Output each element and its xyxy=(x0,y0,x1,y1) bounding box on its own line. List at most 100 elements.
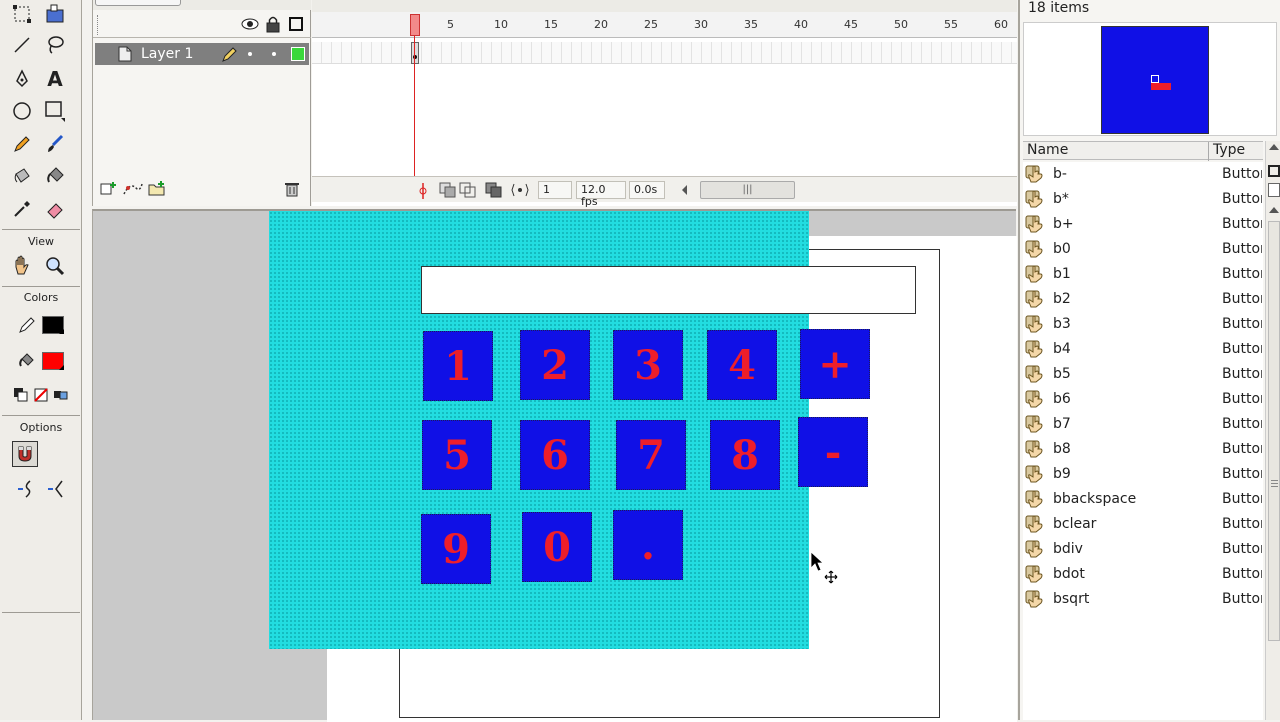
playhead[interactable] xyxy=(410,12,420,182)
calc-button-0[interactable]: 0 xyxy=(522,512,592,582)
layer-row[interactable]: Layer 1 xyxy=(95,43,309,65)
onion-skin-icon[interactable] xyxy=(439,182,459,201)
library-item[interactable]: b8 Button xyxy=(1023,437,1263,462)
calc-button-dot[interactable]: . xyxy=(613,510,683,580)
center-frame-icon[interactable] xyxy=(416,183,430,202)
library-item-name: bdot xyxy=(1053,566,1085,582)
lock-dot[interactable] xyxy=(272,52,276,56)
straighten-icon[interactable] xyxy=(44,476,70,502)
paint-bucket-tool-icon[interactable] xyxy=(42,163,68,189)
layer-list: Layer 1 xyxy=(93,0,311,206)
timeline-panel: Layer 1 1 5 10 xyxy=(92,0,1108,208)
add-motion-guide-icon[interactable] xyxy=(122,180,144,202)
library-item[interactable]: b4 Button xyxy=(1023,337,1263,362)
calc-button-6[interactable]: 6 xyxy=(520,420,590,490)
outline-icon[interactable] xyxy=(289,17,303,31)
onion-skin-outlines-icon[interactable] xyxy=(459,182,479,201)
calc-button-minus[interactable]: - xyxy=(798,417,868,487)
library-scrollbar[interactable] xyxy=(1265,141,1280,720)
library-item[interactable]: b* Button xyxy=(1023,187,1263,212)
library-item[interactable]: b0 Button xyxy=(1023,237,1263,262)
edit-multiple-frames-icon[interactable] xyxy=(485,182,505,201)
fill-transform-tool-icon[interactable] xyxy=(42,1,68,27)
timeline-tab[interactable] xyxy=(95,0,181,6)
calc-button-7[interactable]: 7 xyxy=(616,420,686,490)
sort-arrow-icon[interactable] xyxy=(1269,144,1279,150)
library-item[interactable]: bdiv Button xyxy=(1023,537,1263,562)
delete-layer-icon[interactable] xyxy=(283,180,301,202)
insert-folder-icon[interactable] xyxy=(147,180,167,202)
current-frame-field[interactable]: 1 xyxy=(538,181,572,199)
library-item[interactable]: bdot Button xyxy=(1023,562,1263,587)
pen-tool-icon[interactable] xyxy=(9,66,35,92)
calc-button-1[interactable]: 1 xyxy=(423,331,493,401)
fill-color-swatch[interactable] xyxy=(42,352,64,370)
snap-magnet-icon[interactable] xyxy=(12,441,38,467)
eraser-tool-icon[interactable] xyxy=(42,196,68,222)
library-item[interactable]: b6 Button xyxy=(1023,387,1263,412)
library-item[interactable]: b7 Button xyxy=(1023,412,1263,437)
column-divider[interactable] xyxy=(1208,142,1209,161)
library-item[interactable]: bbackspace Button xyxy=(1023,487,1263,512)
brush-tool-icon[interactable] xyxy=(42,131,68,157)
free-transform-tool-icon[interactable] xyxy=(9,1,35,27)
library-item[interactable]: b- Button xyxy=(1023,162,1263,187)
rectangle-tool-icon[interactable] xyxy=(42,98,68,124)
grip-icon[interactable] xyxy=(97,15,99,35)
pencil-tool-icon[interactable] xyxy=(9,131,35,157)
eye-icon[interactable] xyxy=(241,16,259,36)
tools-panel: A View Colors Options xyxy=(0,0,82,720)
calc-button-8[interactable]: 8 xyxy=(710,420,780,490)
oval-tool-icon[interactable] xyxy=(9,98,35,124)
frame-rate-field[interactable]: 12.0 fps xyxy=(576,181,626,208)
calculator-display[interactable] xyxy=(421,266,916,314)
zoom-tool-icon[interactable] xyxy=(42,253,68,279)
library-item-name: b0 xyxy=(1053,241,1071,257)
button-symbol-icon xyxy=(1025,314,1047,338)
calc-button-4[interactable]: 4 xyxy=(707,330,777,400)
col-name-header[interactable]: Name xyxy=(1027,142,1068,158)
calc-button-plus[interactable]: + xyxy=(800,329,870,399)
library-item[interactable]: bclear Button xyxy=(1023,512,1263,537)
calc-button-5[interactable]: 5 xyxy=(422,420,492,490)
library-item[interactable]: b1 Button xyxy=(1023,262,1263,287)
layer-name: Layer 1 xyxy=(141,46,194,62)
col-type-header[interactable]: Type xyxy=(1213,142,1245,158)
library-item-name: b4 xyxy=(1053,341,1071,357)
timeline-top-bar xyxy=(93,0,311,10)
swap-colors-icon[interactable] xyxy=(48,382,74,408)
library-item[interactable]: b2 Button xyxy=(1023,287,1263,312)
modify-onion-markers-icon[interactable] xyxy=(511,182,529,201)
lasso-tool-icon[interactable] xyxy=(42,32,68,58)
timeline-scroll-thumb[interactable]: ||| xyxy=(700,181,795,199)
eyedropper-tool-icon[interactable] xyxy=(9,196,35,222)
line-tool-icon[interactable] xyxy=(9,32,35,58)
library-item[interactable]: b9 Button xyxy=(1023,462,1263,487)
ink-bottle-tool-icon[interactable] xyxy=(9,163,35,189)
lock-icon[interactable] xyxy=(266,15,280,37)
library-item[interactable]: b3 Button xyxy=(1023,312,1263,337)
stroke-color-swatch[interactable] xyxy=(42,316,64,334)
visibility-dot[interactable] xyxy=(248,52,252,56)
library-item[interactable]: b+ Button xyxy=(1023,212,1263,237)
library-item-type: Button xyxy=(1222,341,1262,357)
button-symbol-icon xyxy=(1025,589,1047,613)
scroll-up-arrow-icon[interactable] xyxy=(1269,207,1279,213)
calc-button-2[interactable]: 2 xyxy=(520,330,590,400)
insert-layer-icon[interactable] xyxy=(99,180,119,202)
library-item-count: 18 items xyxy=(1028,0,1090,16)
layer-outline-color[interactable] xyxy=(291,47,305,61)
hand-tool-icon[interactable] xyxy=(9,253,35,279)
properties-icon[interactable] xyxy=(1268,183,1280,197)
playhead-handle[interactable] xyxy=(410,14,420,36)
library-item-type: Button xyxy=(1222,466,1262,482)
calc-button-3[interactable]: 3 xyxy=(613,330,683,400)
library-scroll-thumb[interactable] xyxy=(1268,221,1280,641)
smooth-icon[interactable] xyxy=(14,476,40,502)
calc-button-9[interactable]: 9 xyxy=(421,514,491,584)
text-tool-icon[interactable]: A xyxy=(42,66,68,92)
library-item[interactable]: b5 Button xyxy=(1023,362,1263,387)
scroll-left-arrow-icon[interactable] xyxy=(682,185,687,195)
new-folder-icon[interactable] xyxy=(1268,165,1280,177)
library-item[interactable]: bsqrt Button xyxy=(1023,587,1263,612)
